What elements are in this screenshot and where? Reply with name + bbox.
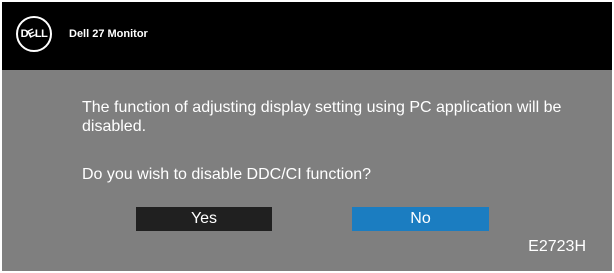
dell-logo: D E LL	[16, 16, 52, 52]
confirm-question: Do you wish to disable DDC/CI function?	[82, 166, 372, 183]
warning-message: The function of adjusting display settin…	[82, 99, 562, 135]
yes-button[interactable]: Yes	[136, 207, 272, 231]
osd-header: D E LL Dell 27 Monitor	[2, 2, 612, 70]
model-number: E2723H	[528, 238, 586, 255]
monitor-title: Dell 27 Monitor	[69, 28, 148, 40]
osd-dialog: D E LL Dell 27 Monitor The function of adj…	[2, 2, 612, 271]
no-button[interactable]: No	[352, 207, 489, 231]
